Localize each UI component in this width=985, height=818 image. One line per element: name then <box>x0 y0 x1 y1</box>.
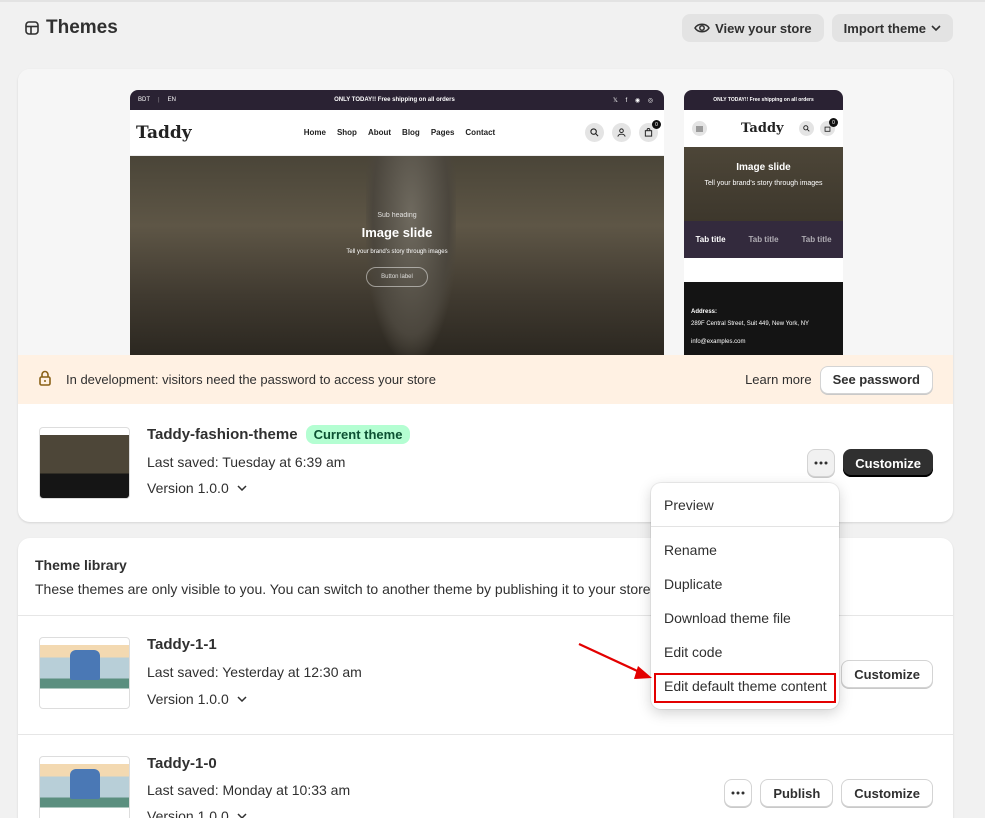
mobile-hero-description: Tell your brand's story through images <box>704 180 823 187</box>
theme-thumbnail <box>39 637 130 709</box>
more-icon <box>731 791 745 795</box>
chevron-down-icon <box>931 25 941 31</box>
customize-button[interactable]: Customize <box>841 779 933 807</box>
search-icon <box>585 123 604 142</box>
mobile-nav: Taddy 0 <box>684 110 843 147</box>
library-title: Theme library <box>35 557 127 573</box>
last-saved: Last saved: Monday at 10:33 am <box>147 782 351 798</box>
mobile-store-logo: Taddy <box>741 121 784 136</box>
hero-subheading: Sub heading <box>377 212 417 219</box>
mobile-cart-icon: 0 <box>820 118 838 136</box>
hero-slide: Sub heading Image slide Tell your brand'… <box>130 156 664 355</box>
theme-store-icon <box>24 20 40 36</box>
customize-button[interactable]: Customize <box>841 660 933 688</box>
chevron-down-icon <box>237 485 247 491</box>
view-store-label: View your store <box>715 20 812 36</box>
more-icon <box>814 461 828 465</box>
current-theme-badge: Current theme <box>305 425 411 444</box>
annotation-arrow-icon <box>578 643 652 679</box>
last-saved: Last saved: Yesterday at 12:30 am <box>147 664 362 680</box>
learn-more-link[interactable]: Learn more <box>745 372 811 387</box>
store-nav-links: Home Shop About Blog Pages Contact <box>303 128 496 137</box>
store-nav: Taddy Home Shop About Blog Pages Contact… <box>130 110 664 156</box>
version-toggle[interactable]: Version 1.0.0 <box>147 808 247 818</box>
current-theme-card: BDT | EN ONLY TODAY!! Free shipping on a… <box>18 69 953 522</box>
library-description: These themes are only visible to you. Yo… <box>35 581 655 597</box>
currency-selector: BDT <box>138 97 150 103</box>
page-title: Themes <box>46 17 118 38</box>
menu-icon <box>692 121 707 136</box>
see-password-button[interactable]: See password <box>819 365 933 394</box>
library-theme-row: Taddy-1-0 Last saved: Monday at 10:33 am… <box>18 735 953 818</box>
import-theme-button[interactable]: Import theme <box>831 14 953 42</box>
hero-description: Tell your brand's story through images <box>346 249 448 255</box>
menu-item-preview[interactable]: Preview <box>664 497 714 513</box>
announcement-bar: BDT | EN ONLY TODAY!! Free shipping on a… <box>130 90 664 110</box>
language-selector: EN <box>167 97 176 103</box>
mobile-preview: ONLY TODAY!! Free shipping on all orders… <box>684 90 843 355</box>
mobile-search-icon <box>799 121 814 136</box>
social-icons: 𝕏 f ◉ ◎ <box>613 97 656 104</box>
customize-button[interactable]: Customize <box>843 449 933 477</box>
eye-icon <box>694 23 710 33</box>
account-icon <box>612 123 631 142</box>
publish-button[interactable]: Publish <box>760 779 834 807</box>
version-toggle[interactable]: Version 1.0.0 <box>147 691 247 707</box>
version-toggle[interactable]: Version 1.0.0 <box>147 480 247 496</box>
mobile-hero: Image slide Tell your brand's story thro… <box>684 147 843 221</box>
page-header: Themes View your store Import theme <box>24 14 953 42</box>
store-logo: Taddy <box>136 122 192 143</box>
last-saved: Last saved: Tuesday at 6:39 am <box>147 454 346 470</box>
announcement-text: ONLY TODAY!! Free shipping on all orders <box>334 97 455 103</box>
version-label: Version 1.0.0 <box>147 691 229 707</box>
chevron-down-icon <box>237 696 247 702</box>
theme-name-wrap: Taddy-fashion-theme Current theme <box>147 425 411 444</box>
view-store-button[interactable]: View your store <box>682 14 824 42</box>
mobile-hero-title: Image slide <box>736 162 791 173</box>
cart-icon: 0 <box>639 120 661 142</box>
password-banner: In development: visitors need the passwo… <box>18 355 953 404</box>
hero-button: Button label <box>366 267 428 287</box>
menu-item-edit-code[interactable]: Edit code <box>664 644 722 660</box>
version-label: Version 1.0.0 <box>147 808 229 818</box>
mobile-tabs: Tab title Tab title Tab title <box>684 221 843 258</box>
theme-name: Taddy-1-0 <box>147 755 217 772</box>
menu-item-duplicate[interactable]: Duplicate <box>664 576 722 592</box>
mobile-announcement: ONLY TODAY!! Free shipping on all orders <box>684 90 843 110</box>
chevron-down-icon <box>237 813 247 818</box>
lock-icon <box>38 370 52 389</box>
theme-thumbnail <box>39 756 130 818</box>
hero-title: Image slide <box>361 225 433 240</box>
theme-preview-area[interactable]: BDT | EN ONLY TODAY!! Free shipping on a… <box>18 69 953 355</box>
mobile-footer: Address: 289F Central Street, Suit 449, … <box>684 282 843 355</box>
menu-item-download[interactable]: Download theme file <box>664 610 791 626</box>
banner-text: In development: visitors need the passwo… <box>66 372 436 387</box>
more-actions-button[interactable] <box>807 449 836 477</box>
theme-name: Taddy-fashion-theme <box>147 426 298 443</box>
import-theme-label: Import theme <box>843 20 926 36</box>
highlight-box <box>654 673 836 703</box>
menu-item-rename[interactable]: Rename <box>664 542 717 558</box>
version-label: Version 1.0.0 <box>147 480 229 496</box>
theme-name: Taddy-1-1 <box>147 636 217 653</box>
desktop-preview: BDT | EN ONLY TODAY!! Free shipping on a… <box>130 90 664 355</box>
theme-thumbnail <box>39 427 130 499</box>
more-actions-button[interactable] <box>724 779 753 807</box>
